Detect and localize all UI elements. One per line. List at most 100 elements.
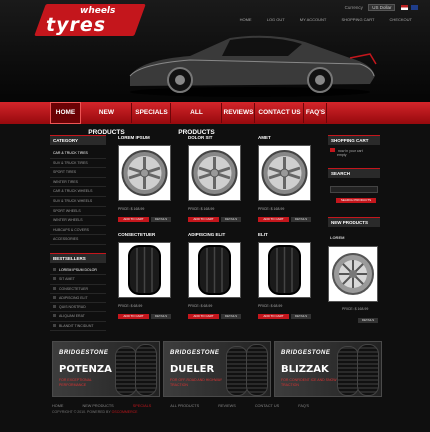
search-input[interactable]	[330, 186, 378, 193]
bestseller-item[interactable]: BLANDIT TINCIDUNT	[50, 322, 106, 332]
top-nav-logout[interactable]: LOG OUT	[267, 17, 285, 22]
bestseller-item[interactable]: CONSECTETUER	[50, 285, 106, 294]
product-name[interactable]: CONSECTETUER	[118, 232, 155, 237]
banner-brand: BRIDGESTONE	[59, 350, 109, 356]
category-item[interactable]: ACCESSORIES	[50, 235, 106, 245]
add-to-cart-button[interactable]: ADD TO CART	[118, 217, 149, 222]
banner-name: BLIZZAK	[281, 364, 329, 375]
nav-all-products[interactable]: ALL PRODUCTS	[172, 103, 222, 136]
add-to-cart-button[interactable]: ADD TO CART	[258, 217, 289, 222]
product-image[interactable]	[118, 145, 171, 201]
product-price: PRICE: $ 168.99	[118, 207, 145, 211]
details-button[interactable]: DETAILS	[151, 217, 171, 222]
details-button[interactable]: DETAILS	[151, 314, 171, 319]
nav-new-products[interactable]: NEW PRODUCTS	[82, 103, 132, 136]
product-name[interactable]: LOREM IPSUM	[118, 135, 150, 140]
us-flag-icon[interactable]	[400, 5, 408, 11]
banner-brand: BRIDGESTONE	[281, 350, 331, 356]
product-price: PRICE: $ 68.99	[188, 304, 213, 308]
wheel-icon	[332, 253, 374, 295]
product-name[interactable]: ADIPISCING ELIT	[188, 232, 225, 237]
category-item[interactable]: SPORT WHEELS	[50, 207, 106, 217]
add-to-cart-button[interactable]: ADD TO CART	[188, 217, 219, 222]
wheel-icon	[121, 150, 168, 196]
tire-icon	[337, 346, 359, 396]
bestseller-item[interactable]: ALIQUAM ERAT	[50, 312, 106, 322]
banner-name: DUELER	[170, 364, 215, 375]
nav-contact-us[interactable]: CONTACT US	[256, 103, 304, 123]
wheel-icon	[191, 150, 238, 196]
currency-select[interactable]: US Dollar	[368, 4, 396, 11]
category-item[interactable]: SPORT TIRES	[50, 168, 106, 178]
uk-flag-icon[interactable]	[411, 5, 418, 11]
wheel-icon	[261, 150, 308, 196]
category-item[interactable]: WINTER WHEELS	[50, 216, 106, 226]
new-products-title: NEW PRODUCTS	[328, 217, 380, 227]
footer-link[interactable]: NEW PRODUCTS	[82, 404, 113, 408]
cart-title: SHOPPING CART	[328, 135, 380, 145]
add-to-cart-button[interactable]: ADD TO CART	[118, 314, 149, 319]
tire-icon	[268, 245, 301, 295]
new-product-name[interactable]: LOREM	[330, 235, 344, 240]
tire-icon	[135, 344, 157, 396]
product-price: PRICE: $ 168.99	[258, 207, 285, 211]
footer-link[interactable]: REVIEWS	[218, 404, 236, 408]
copyright-text: COPYRIGHT © 2010. POWERED BY	[52, 410, 111, 414]
category-item[interactable]: SUV & TRUCK WHEELS	[50, 197, 106, 207]
bestseller-item[interactable]: QUIS NOSTRUD	[50, 303, 106, 313]
powered-link[interactable]: OSCOMMERCE	[112, 410, 138, 414]
footer-link[interactable]: HOME	[52, 404, 63, 408]
footer-link[interactable]: FAQ'S	[298, 404, 309, 408]
cart-empty: empty	[337, 153, 347, 157]
copyright: COPYRIGHT © 2010. POWERED BY OSCOMMERCE	[52, 410, 138, 414]
tire-icon	[128, 245, 161, 295]
new-product-image[interactable]	[328, 246, 378, 302]
category-item[interactable]: CAR & TRUCK WHEELS	[50, 187, 106, 197]
details-button[interactable]: DETAILS	[291, 217, 311, 222]
product-image[interactable]	[258, 242, 311, 298]
cart-icon[interactable]	[330, 148, 335, 152]
bestsellers-list: LOREM IPSUM DOLOR SIT AMET CONSECTETUER …	[50, 266, 106, 332]
product-image[interactable]	[188, 242, 241, 298]
new-product-details[interactable]: DETAILS	[358, 318, 378, 323]
footer-link[interactable]: ALL PRODUCTS	[170, 404, 199, 408]
tire-icon	[198, 245, 231, 295]
cart-info: now in your cart empty	[330, 148, 363, 157]
product-name[interactable]: DOLOR SIT	[188, 135, 213, 140]
category-item[interactable]: WINTER TIRES	[50, 178, 106, 188]
top-nav-account[interactable]: MY ACCOUNT	[300, 17, 327, 22]
product-image[interactable]	[118, 242, 171, 298]
product-name[interactable]: AMET	[258, 135, 271, 140]
product-name[interactable]: ELIT	[258, 232, 268, 237]
nav-reviews[interactable]: REVIEWS	[223, 103, 255, 123]
promo-banner[interactable]: BRIDGESTONE BLIZZAK FOR CONFIDENT ICE AND …	[274, 341, 382, 397]
promo-banner[interactable]: BRIDGESTONE POTENZA FOR EXCEPTIONAL PERFOR…	[52, 341, 160, 397]
banner-subtitle: FOR CONFIDENT ICE AND SNOW TRACTION	[281, 378, 337, 387]
bestseller-item[interactable]: SIT AMET	[50, 275, 106, 285]
new-product-price: PRICE: $ 168.99	[342, 307, 369, 311]
bestseller-item[interactable]: ADIPISCING ELIT	[50, 294, 106, 304]
category-item[interactable]: SUV & TRUCK TIRES	[50, 159, 106, 169]
details-button[interactable]: DETAILS	[221, 217, 241, 222]
nav-faqs[interactable]: FAQ'S	[305, 103, 327, 123]
search-title: SEARCH	[328, 168, 380, 178]
footer-link[interactable]: SPECIALS	[133, 404, 152, 408]
top-nav-home[interactable]: HOME	[240, 17, 252, 22]
details-button[interactable]: DETAILS	[291, 314, 311, 319]
product-image[interactable]	[258, 145, 311, 201]
top-nav-checkout[interactable]: CHECKOUT	[390, 17, 412, 22]
details-button[interactable]: DETAILS	[221, 314, 241, 319]
footer-links: HOME NEW PRODUCTS SPECIALS ALL PRODUCTS …	[52, 404, 327, 408]
nav-home[interactable]: HOME	[50, 102, 81, 124]
top-nav-cart[interactable]: SHOPPING CART	[341, 17, 374, 22]
promo-banner[interactable]: BRIDGESTONE DUELER FOR OFF-ROAD AND HIGHWA…	[163, 341, 271, 397]
footer-link[interactable]: CONTACT US	[255, 404, 279, 408]
bestseller-item[interactable]: LOREM IPSUM DOLOR	[50, 266, 106, 276]
add-to-cart-button[interactable]: ADD TO CART	[258, 314, 289, 319]
add-to-cart-button[interactable]: ADD TO CART	[188, 314, 219, 319]
search-button[interactable]: SEARCH PRODUCTS	[336, 198, 376, 203]
nav-specials[interactable]: SPECIALS	[133, 103, 171, 123]
category-item[interactable]: CAR & TRUCK TIRES	[50, 149, 106, 159]
category-item[interactable]: HUBCAPS & COVERS	[50, 226, 106, 236]
product-image[interactable]	[188, 145, 241, 201]
